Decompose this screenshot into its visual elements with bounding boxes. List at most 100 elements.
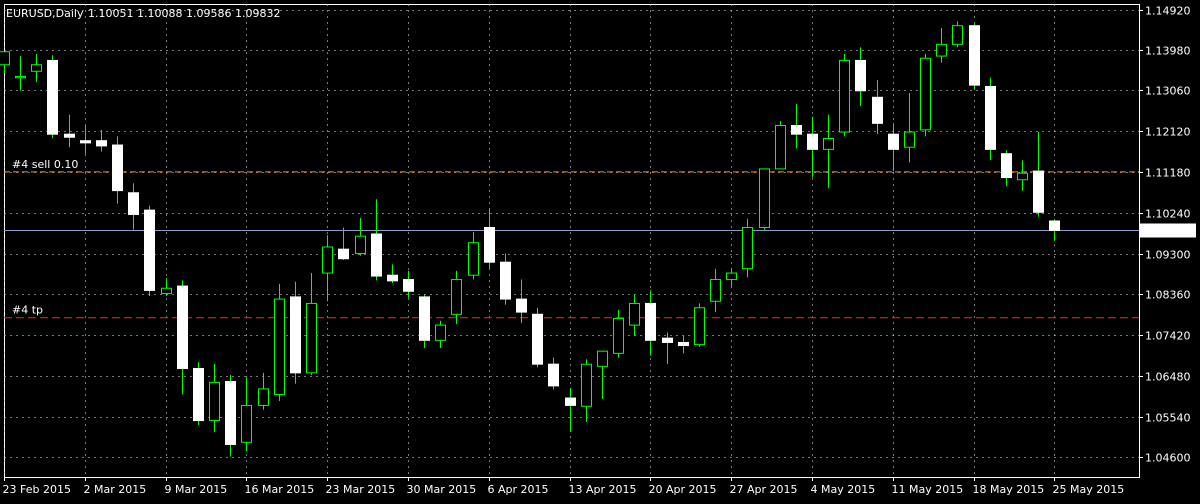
candle-body-bullish[interactable]	[209, 381, 220, 422]
candle-body-bearish[interactable]	[225, 381, 236, 445]
y-tick-label: 1.04600	[1145, 452, 1191, 465]
candle-body-bullish[interactable]	[306, 302, 317, 374]
candle-body-bearish[interactable]	[64, 133, 75, 138]
candle-body-bearish[interactable]	[872, 96, 883, 124]
x-tick-label: 25 May 2015	[1053, 483, 1125, 496]
candle-body-bearish[interactable]	[484, 226, 495, 263]
candle-body-bearish[interactable]	[177, 285, 188, 370]
candle-body-bearish[interactable]	[47, 59, 58, 135]
candle-body-bearish[interactable]	[1049, 220, 1060, 232]
tp-order-label: #4 tp	[12, 304, 43, 317]
candle-body-bearish[interactable]	[532, 313, 543, 365]
x-tick-label: 20 Apr 2015	[649, 483, 717, 496]
candle-body-bullish[interactable]	[613, 318, 624, 354]
candle-body-bullish[interactable]	[694, 307, 705, 346]
candle-body-bearish[interactable]	[290, 296, 301, 374]
x-tick-label: 13 Apr 2015	[569, 483, 637, 496]
candle-body-bearish[interactable]	[969, 25, 980, 86]
candle-body-bearish[interactable]	[888, 133, 899, 150]
candle-body-bullish[interactable]	[823, 138, 834, 150]
candle-body-bearish[interactable]	[500, 261, 511, 300]
candle-body-bearish[interactable]	[338, 248, 349, 260]
candle-body-bullish[interactable]	[322, 246, 333, 274]
candle-body-bearish[interactable]	[1001, 153, 1012, 179]
x-tick-label: 18 May 2015	[973, 483, 1045, 496]
candle-body-bullish[interactable]	[936, 43, 947, 57]
candle-body-bullish[interactable]	[581, 363, 592, 407]
candle-body-bearish[interactable]	[128, 192, 139, 215]
candle-body-bullish[interactable]	[742, 226, 753, 270]
candle-body-bullish[interactable]	[1017, 172, 1028, 181]
x-tick-label: 27 Apr 2015	[730, 483, 798, 496]
candle-body-bearish[interactable]	[387, 274, 398, 282]
y-tick-label: 1.11180	[1145, 167, 1191, 180]
x-tick-label: 23 Mar 2015	[326, 483, 396, 496]
candle-body-bullish[interactable]	[952, 25, 963, 45]
candle-body-bullish[interactable]	[31, 64, 42, 72]
candle-body-bearish[interactable]	[403, 279, 414, 292]
x-tick-label: 6 Apr 2015	[488, 483, 549, 496]
current-price-label: 1.09832	[1144, 225, 1190, 238]
x-tick-label: 4 May 2015	[811, 483, 876, 496]
candle-body-bearish[interactable]	[144, 209, 155, 291]
y-tick-label: 1.10240	[1145, 208, 1191, 221]
x-tick-label: 11 May 2015	[892, 483, 964, 496]
candle-body-bearish[interactable]	[419, 296, 430, 341]
candle-body-bearish[interactable]	[855, 59, 866, 92]
y-tick-label: 1.08360	[1145, 289, 1191, 302]
candle-body-bearish[interactable]	[678, 341, 689, 347]
x-tick-label: 2 Mar 2015	[84, 483, 147, 496]
candle-body-bullish[interactable]	[629, 302, 640, 326]
candle-body-bullish[interactable]	[274, 298, 285, 396]
candle-body-bearish[interactable]	[1033, 170, 1044, 213]
y-tick-label: 1.07420	[1145, 330, 1191, 343]
candle-body-bullish[interactable]	[726, 272, 737, 281]
candle-body-bullish[interactable]	[15, 75, 26, 79]
candle-body-bearish[interactable]	[645, 302, 656, 341]
candle-body-bullish[interactable]	[435, 324, 446, 341]
candle-body-bearish[interactable]	[80, 140, 91, 144]
candle-body-bullish[interactable]	[468, 242, 479, 276]
y-tick-label: 1.05540	[1145, 412, 1191, 425]
sell-order-label: #4 sell 0.10	[12, 158, 78, 171]
y-tick-label: 1.13060	[1145, 85, 1191, 98]
candle-body-bullish[interactable]	[920, 57, 931, 131]
candle-body-bearish[interactable]	[371, 233, 382, 277]
chart-background	[0, 0, 1200, 500]
candle-body-bullish[interactable]	[161, 287, 172, 294]
candle-body-bullish[interactable]	[355, 235, 366, 255]
candle-body-bearish[interactable]	[193, 368, 204, 422]
candle-body-bullish[interactable]	[775, 125, 786, 170]
candle-body-bearish[interactable]	[791, 125, 802, 135]
candle-body-bullish[interactable]	[839, 59, 850, 133]
candle-body-bullish[interactable]	[710, 279, 721, 302]
candle-body-bullish[interactable]	[597, 350, 608, 367]
candle-body-bearish[interactable]	[516, 298, 527, 313]
candle-body-bearish[interactable]	[565, 397, 576, 406]
y-tick-label: 1.14920	[1145, 5, 1191, 18]
y-tick-label: 1.09300	[1145, 249, 1191, 262]
candle-body-bullish[interactable]	[904, 131, 915, 148]
candle-body-bearish[interactable]	[807, 133, 818, 150]
candle-body-bearish[interactable]	[985, 85, 996, 150]
candle-body-bullish[interactable]	[258, 388, 269, 406]
candle-body-bullish[interactable]	[0, 51, 10, 66]
candle-body-bearish[interactable]	[662, 337, 673, 343]
chart-root[interactable]: 1.14920 1.13980 1.13060 1.12120 1.11180 1.102…	[0, 0, 1200, 500]
chart-ohlc-values: 1.10051 1.10088 1.09586 1.09832	[88, 7, 280, 20]
candlestick-chart[interactable]: 1.14920 1.13980 1.13060 1.12120 1.11180 1.102…	[0, 0, 1200, 500]
x-tick-label: 9 Mar 2015	[165, 483, 228, 496]
x-tick-label: 23 Feb 2015	[3, 483, 71, 496]
candle-body-bearish[interactable]	[112, 144, 123, 192]
candle-body-bearish[interactable]	[548, 363, 559, 387]
y-tick-label: 1.13980	[1145, 45, 1191, 58]
x-tick-label: 30 Mar 2015	[407, 483, 477, 496]
candle-body-bearish[interactable]	[96, 140, 107, 147]
y-tick-label: 1.06480	[1145, 371, 1191, 384]
candle-body-bullish[interactable]	[759, 168, 770, 228]
candle-body-bullish[interactable]	[241, 404, 252, 443]
chart-symbol-timeframe: EURUSD,Daily	[6, 7, 84, 20]
candle-body-bullish[interactable]	[451, 279, 462, 315]
x-tick-label: 16 Mar 2015	[245, 483, 315, 496]
y-tick-label: 1.12120	[1145, 126, 1191, 139]
